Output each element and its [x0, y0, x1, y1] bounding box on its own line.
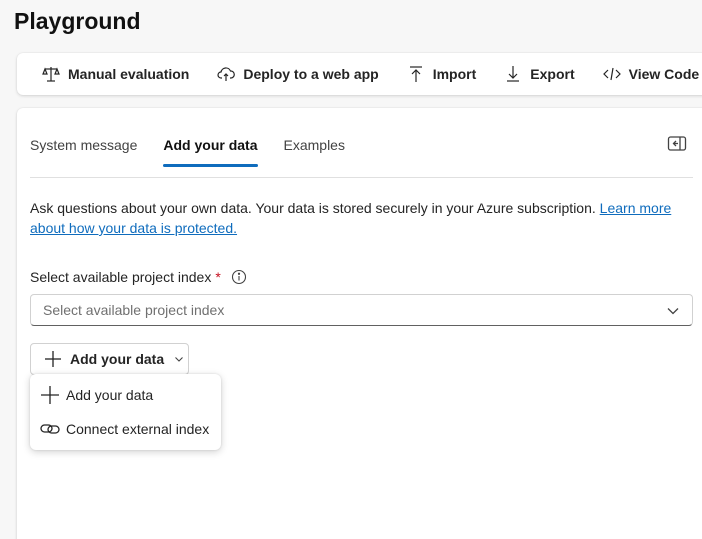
cloud-upload-icon [217, 67, 236, 81]
scale-icon [42, 67, 60, 82]
menu-item-add-your-data[interactable]: Add your data [30, 378, 221, 412]
plus-icon [41, 386, 59, 404]
export-label: Export [530, 66, 575, 82]
import-label: Import [432, 66, 477, 82]
tab-system-message[interactable]: System message [30, 137, 137, 167]
toolbar: Manual evaluation Deploy to a web app Im… [17, 53, 702, 95]
project-index-placeholder: Select available project index [43, 302, 225, 318]
import-button[interactable]: Import [407, 65, 477, 83]
menu-item-connect-external-index[interactable]: Connect external index [30, 412, 221, 446]
manual-evaluation-button[interactable]: Manual evaluation [42, 65, 189, 83]
page-title: Playground [14, 8, 141, 34]
collapse-panel-icon[interactable] [667, 135, 687, 153]
description: Ask questions about your own data. Your … [30, 198, 690, 238]
view-code-button[interactable]: View Code [602, 65, 700, 83]
add-data-menu: Add your data Connect external index [30, 374, 221, 450]
setup-panel: System message Add your data Examples As… [17, 108, 702, 539]
tab-list: System message Add your data Examples [30, 108, 693, 178]
tab-add-your-data[interactable]: Add your data [163, 137, 258, 167]
manual-evaluation-label: Manual evaluation [68, 66, 190, 82]
description-text: Ask questions about your own data. Your … [30, 200, 600, 216]
view-code-label: View Code [628, 66, 700, 82]
project-index-label: Select available project index * [30, 269, 247, 285]
deploy-web-app-button[interactable]: Deploy to a web app [217, 65, 379, 83]
link-icon [40, 424, 60, 434]
arrow-down-icon [507, 66, 520, 82]
arrow-up-icon [409, 66, 422, 82]
add-your-data-label: Add your data [70, 351, 165, 367]
code-icon [602, 67, 621, 81]
chevron-down-icon [667, 308, 679, 315]
chevron-down-icon [175, 357, 184, 362]
project-index-label-text: Select available project index [30, 269, 212, 285]
menu-item-label: Connect external index [66, 421, 210, 437]
tab-examples[interactable]: Examples [284, 137, 345, 167]
project-index-dropdown[interactable]: Select available project index [30, 294, 693, 326]
add-your-data-button[interactable]: Add your data [30, 343, 189, 375]
menu-item-label: Add your data [66, 387, 154, 403]
deploy-web-app-label: Deploy to a web app [243, 66, 379, 82]
export-button[interactable]: Export [504, 65, 575, 83]
required-marker: * [215, 269, 221, 285]
plus-icon [45, 351, 61, 367]
info-icon[interactable] [231, 269, 247, 285]
